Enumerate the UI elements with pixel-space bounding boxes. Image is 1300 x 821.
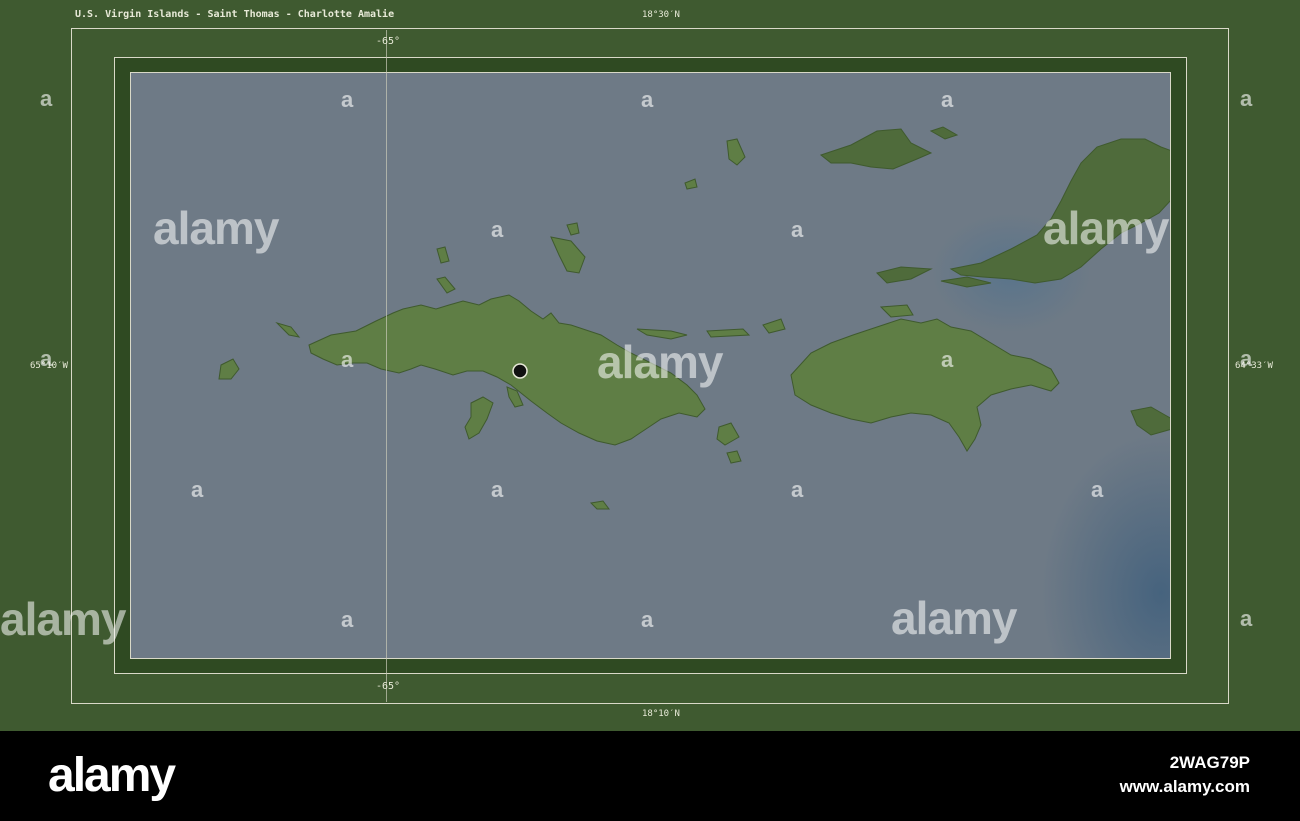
island-west-cay	[218, 358, 240, 380]
watermark-letter: a	[40, 346, 53, 371]
island-norman	[1130, 406, 1170, 436]
watermark-word: alamy	[1043, 202, 1169, 254]
island-cay-2	[566, 222, 580, 236]
island-saint-john	[790, 318, 1060, 452]
watermark-word: alamy	[153, 202, 279, 254]
watermark-letter: a	[641, 607, 654, 632]
island-north-west-cay	[879, 304, 914, 318]
map-frame: alamy alamy alamy alamy a a a a a a a a …	[0, 0, 1300, 731]
image-code: 2WAG79P	[1169, 753, 1250, 772]
watermark-word: alamy	[597, 336, 723, 388]
watermark-letter: a	[491, 217, 504, 242]
island-cay-6	[684, 178, 698, 190]
watermark-letter: a	[341, 607, 354, 632]
island-southeast-cays-2	[726, 450, 742, 464]
island-west-cay-2	[275, 321, 301, 338]
watermark-letter: a	[191, 477, 204, 502]
meridian-line	[386, 30, 387, 702]
watermark-letter: a	[1240, 606, 1253, 631]
island-north-cays	[876, 266, 933, 284]
island-cay-5	[726, 138, 746, 166]
gridline-label-top: -65°	[376, 36, 401, 47]
island-jost-van-dyke	[819, 128, 933, 170]
map-title: U.S. Virgin Islands - Saint Thomas - Cha…	[75, 9, 395, 20]
watermark-letter: a	[1240, 346, 1253, 371]
alamy-logo[interactable]: alamy	[48, 748, 176, 803]
island-cay-1	[550, 236, 586, 274]
island-cay-3	[436, 246, 450, 264]
island-southeast-cays	[716, 422, 740, 446]
watermark-letter: a	[40, 86, 53, 111]
island-water-island	[464, 396, 494, 440]
latitude-label-bottom: 18°10′N	[642, 709, 680, 719]
watermark-word: alamy	[891, 592, 1017, 644]
watermark-letter: a	[1240, 86, 1253, 111]
gridline-label-bottom: -65°	[376, 681, 401, 692]
island-east-cays-3	[762, 318, 786, 334]
map-canvas[interactable]: alamy alamy alamy alamy a a a a a a a a …	[130, 72, 1171, 659]
site-url[interactable]: www.alamy.com	[1120, 777, 1250, 797]
island-north-cays-2	[940, 276, 992, 288]
watermark-letter: a	[491, 477, 504, 502]
watermark-letter: a	[941, 87, 954, 112]
charlotte-amalie-marker	[512, 363, 528, 379]
watermark-letter: a	[641, 87, 654, 112]
island-south-cay	[589, 500, 610, 510]
watermark-letter: a	[1091, 477, 1104, 502]
watermark-word: alamy	[0, 593, 126, 645]
watermark-letter: a	[941, 347, 954, 372]
latitude-label-top: 18°30′N	[642, 10, 680, 20]
watermark-letter: a	[341, 347, 354, 372]
watermark-letter: a	[791, 477, 804, 502]
watermark-letter: a	[791, 217, 804, 242]
island-cay-4	[436, 276, 456, 294]
watermark-letter: a	[341, 87, 354, 112]
island-jost-cay	[929, 126, 959, 140]
footer-bar: alamy 2WAG79P www.alamy.com	[0, 731, 1300, 821]
